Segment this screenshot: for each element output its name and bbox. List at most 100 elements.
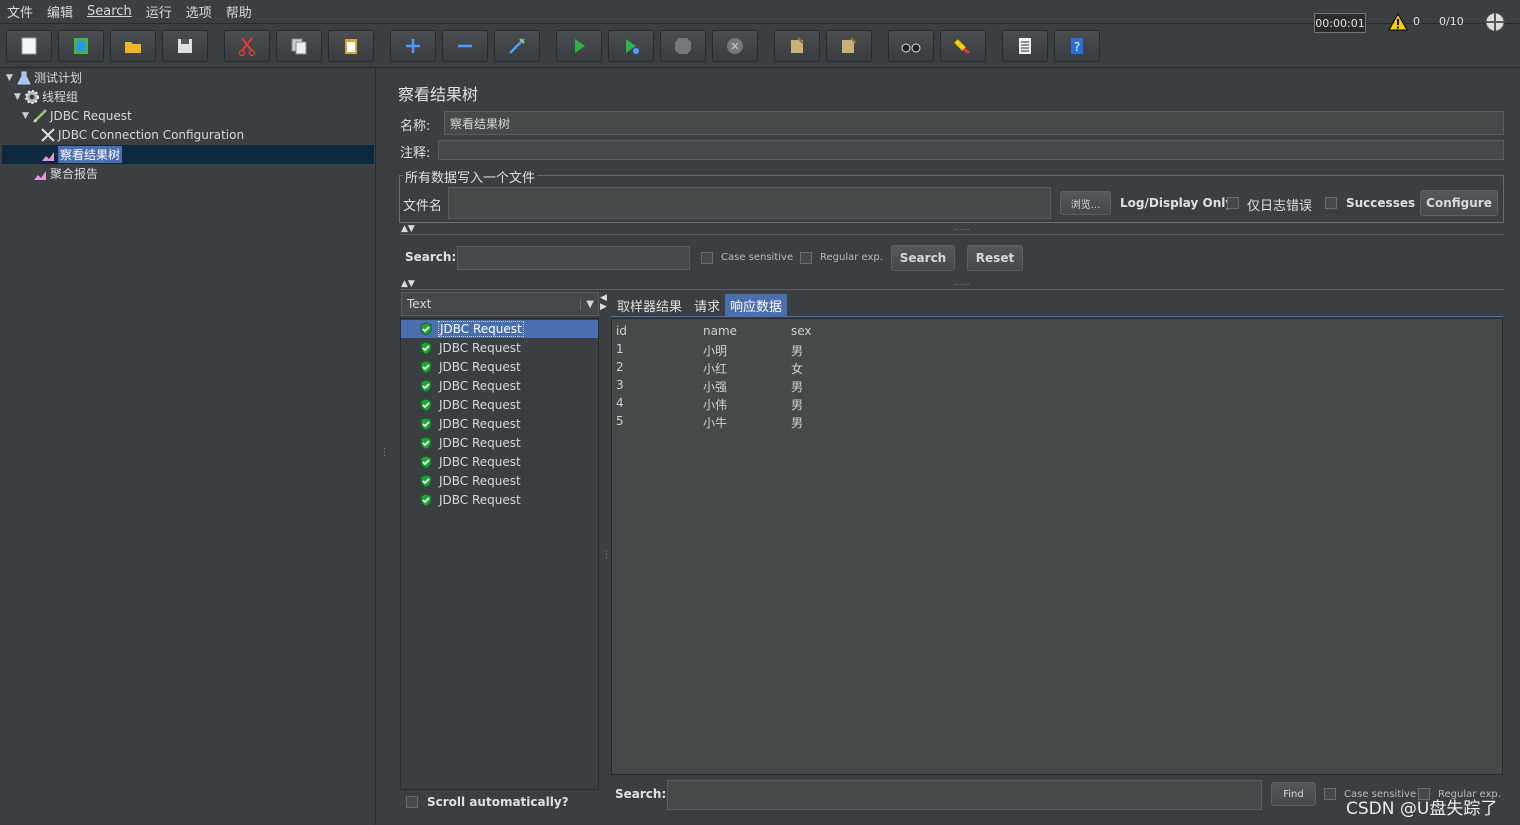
result-item[interactable]: JDBC Request <box>419 453 521 471</box>
result-item-label: JDBC Request <box>439 417 521 431</box>
expand-arrow-icon[interactable]: ▼ <box>22 111 32 121</box>
expand-arrow-icon[interactable]: ▼ <box>6 73 16 83</box>
tree-node-thread-group[interactable]: ▼ 线程组 <box>14 87 78 106</box>
shutdown-button[interactable] <box>712 30 758 62</box>
menu-help[interactable]: 帮助 <box>219 2 259 21</box>
clear-button[interactable] <box>774 30 820 62</box>
success-shield-icon <box>420 455 432 469</box>
stop-button[interactable] <box>660 30 706 62</box>
test-plan-icon <box>17 71 31 84</box>
file-group-title: 所有数据写入一个文件 <box>403 167 538 186</box>
splitter-grip-icon[interactable]: ⋯⋯ <box>954 280 970 289</box>
result-item[interactable]: JDBC Request <box>419 377 521 395</box>
response-data-area[interactable]: id name sex 1 小明男 2 小红女 3 小强男 4 小伟男 5 小牛男 <box>611 318 1503 775</box>
tab-sampler-result[interactable]: 取样器结果 <box>612 294 687 316</box>
paste-button[interactable] <box>328 30 374 62</box>
open-button[interactable] <box>110 30 156 62</box>
tree-node-aggregate-report[interactable]: 聚合报告 <box>32 164 98 183</box>
response-case-sensitive-checkbox[interactable] <box>1324 788 1336 800</box>
case-sensitive-checkbox[interactable] <box>701 252 713 264</box>
start-button[interactable] <box>556 30 602 62</box>
shutdown-icon <box>727 38 743 54</box>
regex-checkbox[interactable] <box>800 252 812 264</box>
result-item-label: JDBC Request <box>439 379 521 393</box>
toolbar: ? <box>0 24 1520 68</box>
splitter-grip-icon[interactable]: ⋯⋯ <box>954 225 970 234</box>
menu-bar: 文件 编辑 Search 运行 选项 帮助 <box>0 0 1520 24</box>
scroll-auto-checkbox[interactable] <box>406 796 418 808</box>
result-item-label: JDBC Request <box>439 436 521 450</box>
menu-edit[interactable]: 编辑 <box>40 2 80 21</box>
response-search-input[interactable] <box>667 780 1262 810</box>
menu-run[interactable]: 运行 <box>139 2 179 21</box>
broom-icon <box>954 39 970 55</box>
toggle-button[interactable] <box>494 30 540 62</box>
tree-node-jdbc-request[interactable]: ▼ JDBC Request <box>22 106 132 125</box>
renderer-selected: Text <box>407 297 432 311</box>
menu-options[interactable]: 选项 <box>179 2 219 21</box>
list-icon <box>1019 38 1031 54</box>
clear-all-button[interactable] <box>826 30 872 62</box>
reset-button[interactable]: Reset <box>967 245 1023 271</box>
result-item[interactable]: JDBC Request <box>419 491 521 509</box>
filename-label: 文件名 <box>403 199 443 214</box>
main-splitter[interactable]: ⋮ <box>378 68 389 825</box>
open-folder-icon <box>125 42 141 53</box>
regex-label: Regular exp. <box>820 252 883 263</box>
search-submit-button[interactable]: Search <box>891 245 955 271</box>
tree-node-test-plan[interactable]: ▼ 测试计划 <box>6 68 82 87</box>
errors-only-checkbox[interactable] <box>1227 197 1239 209</box>
save-button[interactable] <box>162 30 208 62</box>
start-no-pause-button[interactable] <box>608 30 654 62</box>
expand-arrow-icon[interactable]: ▼ <box>14 92 24 102</box>
collapse-arrows-icon[interactable]: ▲▼ <box>401 279 415 289</box>
result-item[interactable]: JDBC Request <box>419 339 521 357</box>
divider <box>399 234 1504 235</box>
menu-file[interactable]: 文件 <box>0 2 40 21</box>
new-button[interactable] <box>6 30 52 62</box>
warning-icon[interactable] <box>1388 12 1408 32</box>
menu-search[interactable]: Search <box>80 4 139 19</box>
splitter-grip-icon[interactable]: ⋮ <box>602 550 611 560</box>
find-button[interactable]: Find <box>1271 782 1316 806</box>
scissors-icon <box>238 37 256 57</box>
tab-request[interactable]: 请求 <box>689 294 725 316</box>
result-item[interactable]: JDBC Request <box>419 396 521 414</box>
cell-sex: 男 <box>791 380 804 394</box>
scroll-auto-label: Scroll automatically? <box>427 795 569 809</box>
result-item[interactable]: JDBC Request <box>419 415 521 433</box>
splitter-arrows-icon[interactable]: ◀ ▶ <box>600 294 607 312</box>
remote-globe-icon[interactable] <box>1484 11 1506 33</box>
cut-button[interactable] <box>224 30 270 62</box>
search-input[interactable] <box>457 246 690 270</box>
browse-button[interactable]: 浏览... <box>1060 191 1111 215</box>
configure-button[interactable]: Configure <box>1420 190 1498 216</box>
help-button[interactable]: ? <box>1054 30 1100 62</box>
result-item-label: JDBC Request <box>439 341 521 355</box>
cell-id: 4 <box>616 396 624 410</box>
cell-name: 小红 <box>703 362 728 376</box>
filename-input[interactable] <box>448 187 1051 219</box>
result-item[interactable]: JDBC Request <box>419 434 521 452</box>
comment-input[interactable] <box>438 140 1504 160</box>
renderer-select[interactable]: Text ▼ <box>401 292 599 316</box>
result-item[interactable]: JDBC Request <box>401 320 598 338</box>
tree-node-jdbc-connection-config[interactable]: JDBC Connection Configuration <box>40 125 244 144</box>
tree-node-view-results-tree[interactable]: 察看结果树 <box>2 145 374 164</box>
result-item[interactable]: JDBC Request <box>419 472 521 490</box>
copy-button[interactable] <box>276 30 322 62</box>
successes-checkbox[interactable] <box>1325 197 1337 209</box>
name-input[interactable]: 察看结果树 <box>444 111 1504 135</box>
result-item-label: JDBC Request <box>439 360 521 374</box>
collapse-button[interactable] <box>442 30 488 62</box>
thread-group-icon <box>25 89 39 104</box>
reset-search-button[interactable] <box>940 30 986 62</box>
function-helper-button[interactable] <box>1002 30 1048 62</box>
templates-button[interactable] <box>58 30 104 62</box>
expand-button[interactable] <box>390 30 436 62</box>
plus-icon <box>406 39 420 53</box>
result-item[interactable]: JDBC Request <box>419 358 521 376</box>
search-button[interactable] <box>888 30 934 62</box>
tab-response-data[interactable]: 响应数据 <box>725 294 788 316</box>
collapse-arrows-icon[interactable]: ▲▼ <box>401 224 415 234</box>
